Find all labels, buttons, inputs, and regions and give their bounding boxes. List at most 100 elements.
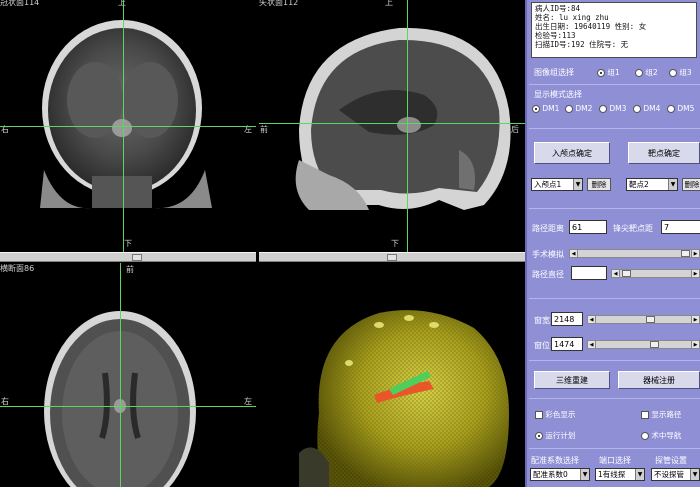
patient-id: 病人ID号:84 <box>535 4 581 13</box>
axial-crosshair-v <box>120 263 121 487</box>
target-point-select[interactable]: 靶点2 ▼ <box>626 178 678 191</box>
separator <box>529 128 700 129</box>
radio-icon <box>633 105 641 113</box>
arrow-right-icon[interactable]: ▶ <box>691 341 699 348</box>
patient-birth: 出生日期: 19640119 性别: 女 <box>535 22 647 31</box>
tip-target-distance-label: 锋尖靶点距 <box>613 224 653 233</box>
run-plan-radio[interactable]: 运行计划 <box>535 430 575 441</box>
sagittal-label: 矢状面112 <box>259 0 299 7</box>
image-group-option-1[interactable]: 组1 <box>597 67 620 78</box>
axial-dir-front: 前 <box>126 265 134 274</box>
arrow-left-icon[interactable]: ◀ <box>612 270 620 277</box>
window-level-input[interactable]: 1474 <box>551 337 583 351</box>
sagittal-scrollbar-thumb[interactable] <box>387 254 397 261</box>
sagittal-dir-bottom: 下 <box>391 239 399 248</box>
slider-thumb[interactable] <box>681 250 690 257</box>
coronal-crosshair-v <box>123 0 124 252</box>
instrument-registration-button[interactable]: 器械注册 <box>618 371 700 389</box>
radio-icon <box>635 69 643 77</box>
arrow-right-icon[interactable]: ▶ <box>691 250 699 257</box>
window-level-label: 窗位 <box>534 341 550 350</box>
delete-target-point-button[interactable]: 删除 <box>682 178 700 191</box>
coronal-label: 冠状面114 <box>0 0 40 7</box>
registration-coefficient-select[interactable]: 配准系数0 ▼ <box>530 468 590 481</box>
registration-coefficient-header: 配准系数选择 <box>531 456 579 465</box>
coronal-scrollbar-thumb[interactable] <box>132 254 142 261</box>
sagittal-image <box>295 27 511 210</box>
arrow-left-icon[interactable]: ◀ <box>588 341 596 348</box>
window-width-label: 窗宽 <box>534 316 550 325</box>
path-diameter-input[interactable] <box>571 266 607 280</box>
display-mode-dm3[interactable]: DM3 <box>599 104 626 113</box>
radio-icon <box>669 69 677 77</box>
slider-thumb[interactable] <box>650 341 659 348</box>
coronal-dir-bottom: 下 <box>124 239 132 248</box>
arrow-right-icon[interactable]: ▶ <box>691 316 699 323</box>
coronal-dir-top: 上 <box>118 0 126 7</box>
separator <box>529 208 700 209</box>
sagittal-crosshair-v <box>407 0 408 252</box>
image-group-option-2[interactable]: 组2 <box>635 67 658 78</box>
3d-head-model <box>299 310 509 487</box>
display-mode-dm1[interactable]: DM1 <box>532 104 559 113</box>
tip-target-distance-input[interactable]: 7 <box>661 220 700 234</box>
chevron-down-icon: ▼ <box>573 179 582 190</box>
confirm-entry-point-button[interactable]: 入颅点确定 <box>534 142 610 164</box>
probe-settings-select[interactable]: 不设探管 ▼ <box>651 468 700 481</box>
3d-reconstruction-view[interactable] <box>259 263 525 487</box>
image-group-option-3[interactable]: 组3 <box>669 67 692 78</box>
separator <box>529 360 700 361</box>
patient-name: 姓名: lu xing zhu <box>535 13 609 22</box>
axial-image <box>44 311 196 487</box>
viewer-area: 冠状面114 上 右 左 下 矢状面112 上 前 后 下 横断面86 前 右 … <box>0 0 525 487</box>
window-width-input[interactable]: 2148 <box>551 312 583 326</box>
slider-thumb[interactable] <box>622 270 631 277</box>
arrow-left-icon[interactable]: ◀ <box>588 316 596 323</box>
show-trajectory-checkbox[interactable]: 显示路径 <box>641 409 681 420</box>
sagittal-view[interactable]: 矢状面112 上 前 后 下 <box>259 0 525 252</box>
control-panel: 病人ID号:84 姓名: lu xing zhu 出生日期: 19640119 … <box>525 0 700 487</box>
entry-point-select[interactable]: 入颅点1 ▼ <box>531 178 583 191</box>
coronal-view[interactable]: 冠状面114 上 右 左 下 <box>0 0 256 252</box>
display-mode-dm5[interactable]: DM5 <box>667 104 694 113</box>
slider-thumb[interactable] <box>646 316 655 323</box>
display-mode-label: 显示模式选择 <box>534 90 582 99</box>
color-display-checkbox[interactable]: 彩色显示 <box>535 409 575 420</box>
checkbox-icon <box>535 411 543 419</box>
separator <box>529 298 700 299</box>
radio-icon <box>535 432 543 440</box>
coronal-scrollbar[interactable] <box>0 252 256 262</box>
sagittal-crosshair-h <box>259 123 525 124</box>
sagittal-scrollbar[interactable] <box>259 252 525 262</box>
intraop-navigation-radio[interactable]: 术中导航 <box>641 430 681 441</box>
window-width-slider[interactable]: ◀ ▶ <box>587 315 700 324</box>
separator <box>529 398 700 399</box>
axial-crosshair-h <box>0 406 256 407</box>
surgery-simulation-slider[interactable]: ◀ ▶ <box>569 249 700 258</box>
separator <box>529 448 700 449</box>
axial-view[interactable]: 横断面86 前 右 左 <box>0 263 256 487</box>
radio-icon <box>597 69 605 77</box>
image-group-label: 图像组选择 <box>534 68 574 77</box>
delete-entry-point-button[interactable]: 删除 <box>587 178 611 191</box>
arrow-right-icon[interactable]: ▶ <box>691 270 699 277</box>
path-distance-input[interactable]: 61 <box>569 220 607 234</box>
radio-icon <box>532 105 540 113</box>
coronal-crosshair-h <box>0 126 256 127</box>
display-mode-dm2[interactable]: DM2 <box>565 104 592 113</box>
confirm-target-point-button[interactable]: 靶点确定 <box>628 142 700 164</box>
radio-icon <box>641 432 649 440</box>
window-level-slider[interactable]: ◀ ▶ <box>587 340 700 349</box>
arrow-left-icon[interactable]: ◀ <box>570 250 578 257</box>
port-select[interactable]: 1有线探 ▼ <box>595 468 645 481</box>
patient-exam-number: 检验号:113 <box>535 31 576 40</box>
port-select-header: 端口选择 <box>599 456 631 465</box>
display-mode-dm4[interactable]: DM4 <box>633 104 660 113</box>
probe-settings-header: 探管设置 <box>655 456 687 465</box>
chevron-down-icon: ▼ <box>690 469 699 480</box>
3d-reconstruction-button[interactable]: 三维重建 <box>534 371 610 389</box>
sagittal-dir-back: 后 <box>511 125 519 134</box>
path-distance-label: 路径距离 <box>532 224 564 233</box>
chevron-down-icon: ▼ <box>668 179 677 190</box>
path-diameter-slider[interactable]: ◀ ▶ <box>611 269 700 278</box>
